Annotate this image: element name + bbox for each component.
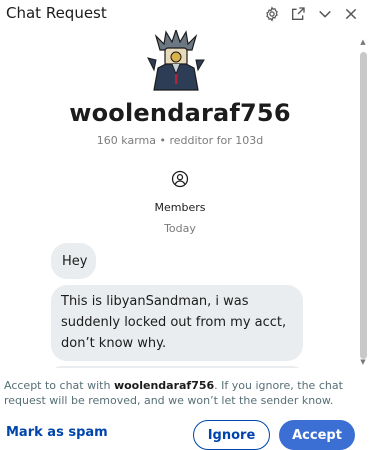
members-label[interactable]: Members — [0, 201, 360, 214]
profile-meta: 160 karma • redditor for 103d — [96, 134, 264, 147]
notice-prefix: Accept to chat with — [4, 379, 114, 392]
profile-username[interactable]: woolendaraf756 — [0, 99, 360, 127]
window-title: Chat Request — [6, 4, 107, 22]
accept-button[interactable]: Accept — [279, 420, 355, 450]
chevron-down-icon[interactable] — [316, 5, 334, 23]
members-icon[interactable] — [171, 170, 189, 188]
mark-as-spam-button[interactable]: Mark as spam — [6, 425, 108, 440]
message-text: This is libyanSandman, i was suddenly lo… — [61, 294, 287, 351]
open-external-icon[interactable] — [289, 5, 307, 23]
message-text: Hey — [62, 253, 88, 269]
gear-icon[interactable] — [263, 5, 281, 23]
scroll-down-arrow-icon[interactable]: ▼ — [359, 358, 367, 366]
notice-username: woolendaraf756 — [113, 379, 215, 392]
avatar — [146, 28, 206, 94]
message-bubble: This is libyanSandman, i was suddenly lo… — [51, 285, 303, 361]
ignore-button[interactable]: Ignore — [193, 420, 270, 450]
message-bubble: Hey — [51, 243, 96, 279]
close-icon[interactable] — [342, 5, 360, 23]
accept-notice: Accept to chat with woolendaraf756. If y… — [4, 378, 360, 408]
date-divider: Today — [164, 222, 196, 235]
chat-request-footer: Accept to chat with woolendaraf756. If y… — [0, 368, 369, 450]
scrollbar-thumb[interactable] — [360, 52, 367, 359]
chat-request-header: Chat Request — [0, 0, 369, 30]
scroll-up-arrow-icon[interactable]: ▲ — [359, 38, 367, 46]
